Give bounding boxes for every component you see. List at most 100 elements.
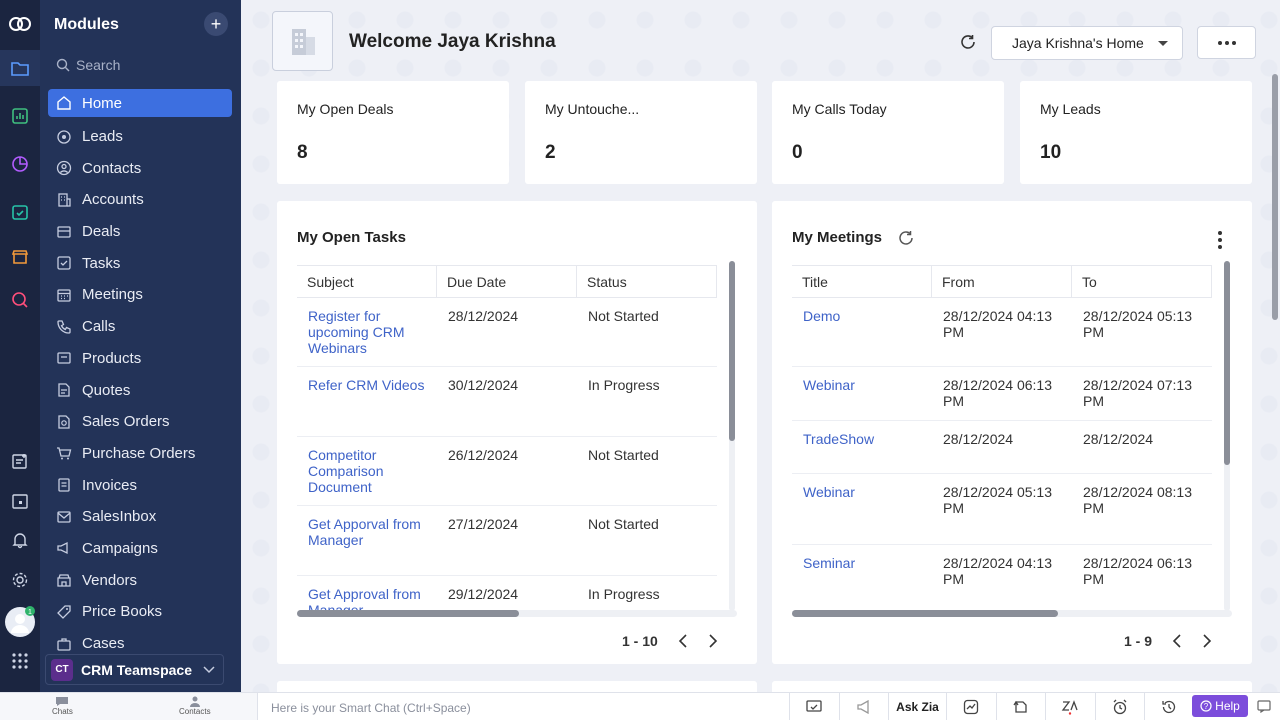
- settings-gear-icon[interactable]: [8, 568, 32, 592]
- sidebar-item-campaigns[interactable]: Campaigns: [48, 533, 232, 565]
- history-icon[interactable]: [1144, 693, 1194, 720]
- modules-folder-icon[interactable]: [0, 50, 40, 86]
- kpi-card-untouched[interactable]: My Untouche... 2: [525, 81, 757, 184]
- reports-pie-icon[interactable]: [8, 152, 32, 176]
- sidebar-item-vendors[interactable]: Vendors: [48, 564, 232, 596]
- sidebar-item-quotes[interactable]: Quotes: [48, 374, 232, 406]
- teamspace-switcher[interactable]: CT CRM Teamspace: [45, 654, 224, 685]
- screen-share-icon[interactable]: [789, 693, 839, 720]
- column-header-to[interactable]: To: [1072, 266, 1212, 297]
- sidebar-item-home[interactable]: Home: [48, 89, 232, 117]
- meeting-title-link[interactable]: Seminar: [792, 545, 932, 611]
- vertical-scrollbar[interactable]: [1224, 261, 1230, 465]
- column-header-due-date[interactable]: Due Date: [437, 266, 577, 297]
- refresh-icon[interactable]: [959, 33, 977, 54]
- vertical-scrollbar[interactable]: [729, 261, 735, 441]
- table-row[interactable]: TradeShow 28/12/2024 28/12/2024: [792, 421, 1212, 474]
- chats-button[interactable]: Chats: [52, 696, 73, 716]
- sidebar-item-salesinbox[interactable]: SalesInbox: [48, 501, 232, 533]
- horizontal-scrollbar[interactable]: [792, 610, 1058, 617]
- recent-items-icon[interactable]: [995, 693, 1046, 720]
- column-header-status[interactable]: Status: [577, 266, 717, 297]
- sidebar-item-meetings[interactable]: Meetings: [48, 279, 232, 311]
- alarm-clock-icon[interactable]: [1094, 693, 1145, 720]
- page-scrollbar[interactable]: [1272, 74, 1278, 320]
- org-logo[interactable]: [272, 11, 333, 71]
- table-row[interactable]: Get Approval from Manager 29/12/2024 In …: [297, 576, 717, 612]
- table-row[interactable]: Refer CRM Videos 30/12/2024 In Progress: [297, 367, 717, 437]
- sidebar-item-calls[interactable]: Calls: [48, 311, 232, 343]
- icon-rail: 1: [0, 0, 40, 692]
- search-icon: [56, 58, 70, 72]
- sidebar-item-price-books[interactable]: Price Books: [48, 596, 232, 628]
- zia-icon[interactable]: [1045, 693, 1095, 720]
- column-header-subject[interactable]: Subject: [297, 266, 437, 297]
- task-subject-link[interactable]: Get Approval from Manager: [297, 576, 437, 612]
- kpi-card-calls-today[interactable]: My Calls Today 0: [772, 81, 1004, 184]
- module-search-input[interactable]: Search: [52, 52, 230, 78]
- table-row[interactable]: Register for upcoming CRM Webinars 28/12…: [297, 298, 717, 367]
- activities-icon[interactable]: [8, 200, 32, 224]
- home-view-select[interactable]: Jaya Krishna's Home: [991, 26, 1183, 60]
- feedback-icon[interactable]: [1257, 700, 1271, 716]
- meeting-title-link[interactable]: Demo: [792, 298, 932, 366]
- help-label: Help: [1215, 699, 1240, 713]
- table-row[interactable]: Demo 28/12/2024 04:13 PM 28/12/2024 05:1…: [792, 298, 1212, 367]
- task-subject-link[interactable]: Get Apporval from Manager: [297, 506, 437, 575]
- chevron-right-icon[interactable]: [708, 634, 718, 648]
- column-header-from[interactable]: From: [932, 266, 1072, 297]
- notes-icon[interactable]: [8, 449, 32, 473]
- sidebar-item-leads[interactable]: Leads: [48, 121, 232, 153]
- marketplace-icon[interactable]: [8, 245, 32, 269]
- smart-chat-input[interactable]: Here is your Smart Chat (Ctrl+Space): [271, 701, 471, 715]
- calendar-icon[interactable]: [8, 489, 32, 513]
- task-subject-link[interactable]: Register for upcoming CRM Webinars: [297, 298, 437, 366]
- refresh-icon[interactable]: [897, 229, 915, 247]
- panel-menu-icon[interactable]: [1218, 231, 1222, 249]
- sidebar-item-products[interactable]: Products: [48, 343, 232, 375]
- kpi-card-leads[interactable]: My Leads 10: [1020, 81, 1252, 184]
- sidebar-item-label: Leads: [82, 128, 123, 146]
- ask-zia-button[interactable]: Ask Zia: [888, 693, 946, 720]
- announcement-icon[interactable]: [838, 693, 889, 720]
- column-header-title[interactable]: Title: [792, 266, 932, 297]
- meeting-title-link[interactable]: TradeShow: [792, 421, 932, 473]
- apps-grid-icon[interactable]: [8, 649, 32, 673]
- kpi-card-open-deals[interactable]: My Open Deals 8: [277, 81, 509, 184]
- task-subject-link[interactable]: Refer CRM Videos: [297, 367, 437, 436]
- table-row[interactable]: Competitor Comparison Document 26/12/202…: [297, 437, 717, 506]
- sidebar-item-deals[interactable]: Deals: [48, 216, 232, 248]
- chevron-left-icon[interactable]: [1172, 634, 1182, 648]
- help-button[interactable]: ? Help: [1192, 695, 1248, 717]
- sidebar-item-tasks[interactable]: Tasks: [48, 247, 232, 279]
- task-due-date: 27/12/2024: [448, 516, 519, 532]
- table-row[interactable]: Get Apporval from Manager 27/12/2024 Not…: [297, 506, 717, 576]
- add-module-button[interactable]: +: [204, 12, 228, 36]
- horizontal-scrollbar[interactable]: [297, 610, 519, 617]
- chevron-right-icon[interactable]: [1202, 634, 1212, 648]
- bell-icon[interactable]: [8, 528, 32, 552]
- search-analytics-icon[interactable]: [8, 288, 32, 312]
- zoho-logo-icon[interactable]: [8, 12, 32, 36]
- table-row[interactable]: Webinar 28/12/2024 05:13 PM 28/12/2024 0…: [792, 474, 1212, 545]
- sidebar-item-contacts[interactable]: Contacts: [48, 152, 232, 184]
- meeting-title-link[interactable]: Webinar: [792, 474, 932, 544]
- kpi-title: My Leads: [1040, 101, 1101, 117]
- more-options-button[interactable]: [1197, 26, 1256, 59]
- sidebar-item-invoices[interactable]: Invoices: [48, 469, 232, 501]
- contacts-button[interactable]: Contacts: [179, 696, 211, 716]
- table-row[interactable]: Seminar 28/12/2024 04:13 PM 28/12/2024 0…: [792, 545, 1212, 612]
- sidebar-item-purchase-orders[interactable]: Purchase Orders: [48, 438, 232, 470]
- analytics-icon[interactable]: [8, 104, 32, 128]
- user-avatar[interactable]: 1: [4, 606, 36, 638]
- meeting-title-link[interactable]: Webinar: [792, 367, 932, 420]
- sidebar-item-label: Meetings: [82, 286, 143, 304]
- table-row[interactable]: Webinar 28/12/2024 06:13 PM 28/12/2024 0…: [792, 367, 1212, 421]
- task-due-date: 29/12/2024: [448, 586, 519, 602]
- task-subject-link[interactable]: Competitor Comparison Document: [297, 437, 437, 505]
- chevron-left-icon[interactable]: [678, 634, 688, 648]
- sidebar-item-sales-orders[interactable]: Sales Orders: [48, 406, 232, 438]
- signal-icon[interactable]: [946, 693, 996, 720]
- meeting-to: 28/12/2024: [1083, 431, 1154, 447]
- sidebar-item-accounts[interactable]: Accounts: [48, 184, 232, 216]
